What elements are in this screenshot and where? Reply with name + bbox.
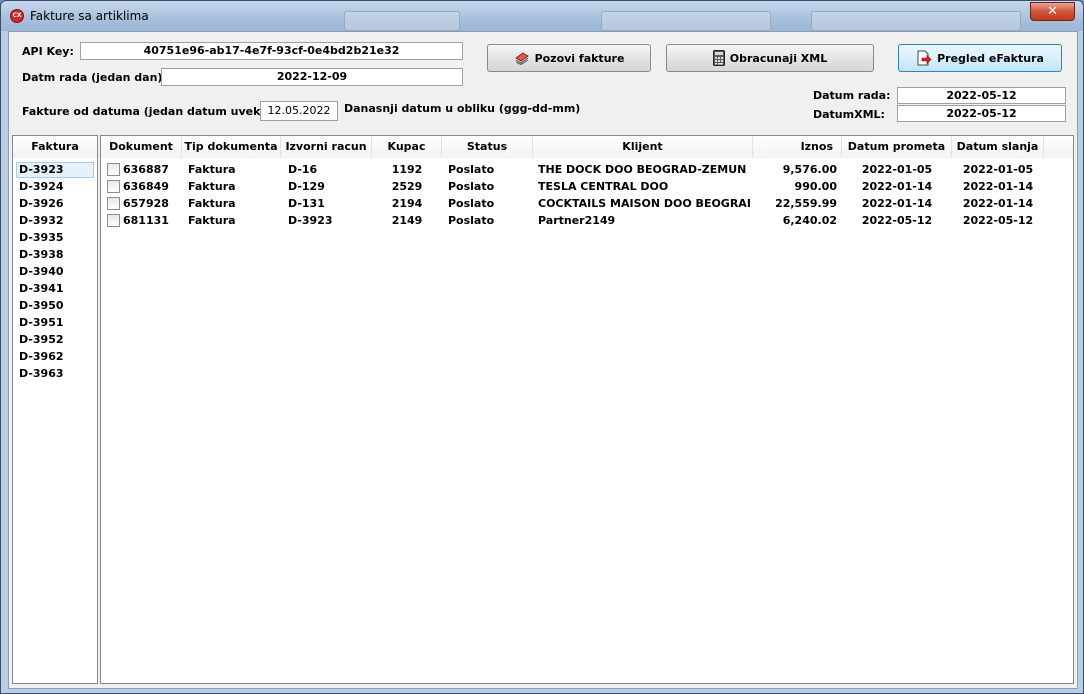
- cell-kupac: 1192: [391, 163, 423, 176]
- client-area: API Key: 40751e96-ab17-4e7f-93cf-0e4bd2b…: [8, 31, 1078, 689]
- danasnji-hint: Danasnji datum u obliku (ggg-dd-mm): [344, 102, 581, 115]
- row-checkbox[interactable]: [107, 163, 120, 176]
- pozovi-fakture-button[interactable]: Pozovi fakture: [487, 44, 651, 72]
- column-header-filler: [1044, 136, 1073, 158]
- faktura-list-item[interactable]: D-3923: [16, 162, 94, 178]
- invoice-stack-icon: [514, 51, 530, 65]
- row-checkbox[interactable]: [107, 214, 120, 227]
- cell-iznos: 6,240.02: [782, 214, 837, 227]
- cell-datum-slanja: 2022-01-05: [962, 163, 1034, 176]
- cell-kupac: 2194: [391, 197, 423, 210]
- column-header[interactable]: Tip dokumenta: [182, 136, 281, 158]
- document-arrow-icon: [916, 50, 932, 66]
- background-window-ghost: [601, 11, 771, 31]
- faktura-list-item[interactable]: D-3952: [16, 332, 94, 348]
- faktura-list-item[interactable]: D-3963: [16, 366, 94, 382]
- info-datum-xml-field[interactable]: 2022-05-12: [897, 105, 1066, 122]
- calculator-icon: [712, 50, 725, 66]
- cell-klijent: THE DOCK DOO BEOGRAD-ZEMUN: [538, 163, 747, 176]
- cell-kupac: 2529: [391, 180, 423, 193]
- table-row[interactable]: 636849 Faktura D-129 2529 Poslato TESLA CENTR…: [101, 178, 1073, 195]
- cell-klijent: TESLA CENTRAL DOO: [538, 180, 669, 193]
- window-title: Fakture sa artiklima: [30, 9, 149, 23]
- faktura-list-header[interactable]: Faktura: [13, 136, 97, 158]
- fakture-od-label: Fakture od datuma (jedan datum uvek):: [22, 105, 270, 118]
- cell-izvorni-racun: D-3923: [288, 214, 333, 227]
- background-window-ghost: [344, 11, 460, 31]
- cell-iznos: 990.00: [794, 180, 837, 193]
- cell-klijent: Partner2149: [538, 214, 616, 227]
- faktura-list-item[interactable]: D-3941: [16, 281, 94, 297]
- cell-iznos: 22,559.99: [775, 197, 837, 210]
- faktura-list-item[interactable]: D-3935: [16, 230, 94, 246]
- column-header[interactable]: Dokument: [101, 136, 182, 158]
- row-checkbox[interactable]: [107, 197, 120, 210]
- background-window-ghost: [811, 11, 1021, 31]
- column-header[interactable]: Datum prometa: [842, 136, 952, 158]
- faktura-list-item[interactable]: D-3951: [16, 315, 94, 331]
- obracunaj-xml-label: Obracunaji XML: [729, 51, 828, 65]
- faktura-list-item[interactable]: D-3924: [16, 179, 94, 195]
- cell-datum-prometa: 2022-01-05: [861, 163, 933, 176]
- datum-rada-field[interactable]: 2022-12-09: [161, 68, 463, 86]
- app-icon: CX: [10, 9, 24, 23]
- faktura-list-item[interactable]: D-3938: [16, 247, 94, 263]
- faktura-list-item[interactable]: D-3932: [16, 213, 94, 229]
- cell-status: Poslato: [448, 163, 495, 176]
- cell-datum-prometa: 2022-05-12: [861, 214, 933, 227]
- cell-dokument: 681131: [123, 214, 169, 227]
- cell-status: Poslato: [448, 197, 495, 210]
- title-bar[interactable]: CX Fakture sa artiklima ✕: [1, 1, 1083, 31]
- cell-dokument: 657928: [123, 197, 169, 210]
- cell-datum-slanja: 2022-05-12: [962, 214, 1034, 227]
- cell-datum-prometa: 2022-01-14: [861, 180, 933, 193]
- cell-status: Poslato: [448, 214, 495, 227]
- faktura-list-item[interactable]: D-3926: [16, 196, 94, 212]
- column-header[interactable]: Izvorni racun: [281, 136, 372, 158]
- cell-tip-dokumenta: Faktura: [188, 197, 236, 210]
- cell-iznos: 9,576.00: [782, 163, 837, 176]
- api-key-field[interactable]: 40751e96-ab17-4e7f-93cf-0e4bd2b21e32: [80, 42, 463, 60]
- column-header[interactable]: Datum slanja: [952, 136, 1044, 158]
- app-window: CX Fakture sa artiklima ✕ API Key: 40751…: [0, 0, 1084, 694]
- api-key-label: API Key:: [22, 45, 74, 58]
- table-row[interactable]: 681131 Faktura D-3923 2149 Poslato Partner214…: [101, 212, 1073, 229]
- faktura-list-item[interactable]: D-3962: [16, 349, 94, 365]
- obracunaj-xml-button[interactable]: Obracunaji XML: [666, 44, 874, 72]
- pozovi-fakture-label: Pozovi fakture: [534, 51, 625, 65]
- cell-izvorni-racun: D-16: [288, 163, 318, 176]
- cell-datum-slanja: 2022-01-14: [962, 197, 1034, 210]
- info-datum-rada-field[interactable]: 2022-05-12: [897, 87, 1066, 104]
- pregled-efaktura-button[interactable]: Pregled eFaktura: [898, 44, 1062, 72]
- column-header[interactable]: Klijent: [533, 136, 753, 158]
- cell-datum-prometa: 2022-01-14: [861, 197, 933, 210]
- row-checkbox[interactable]: [107, 180, 120, 193]
- close-button[interactable]: ✕: [1030, 2, 1075, 21]
- cell-tip-dokumenta: Faktura: [188, 163, 236, 176]
- cell-izvorni-racun: D-131: [288, 197, 325, 210]
- faktura-list-item[interactable]: D-3940: [16, 264, 94, 280]
- pregled-efaktura-label: Pregled eFaktura: [937, 51, 1044, 65]
- cell-izvorni-racun: D-129: [288, 180, 325, 193]
- cell-dokument: 636887: [123, 163, 169, 176]
- cell-tip-dokumenta: Faktura: [188, 180, 236, 193]
- invoice-grid[interactable]: Dokument Tip dokumenta Izvorni racun Kupac S…: [100, 135, 1074, 684]
- info-datum-rada-label: Datum rada:: [813, 89, 891, 102]
- table-row[interactable]: 636887 Faktura D-16 1192 Poslato THE DOCK DOO…: [101, 161, 1073, 178]
- datum-rada-label: Datm rada (jedan dan): [22, 71, 163, 84]
- table-row[interactable]: 657928 Faktura D-131 2194 Poslato COCKTAILS M…: [101, 195, 1073, 212]
- cell-kupac: 2149: [391, 214, 423, 227]
- fakture-od-field[interactable]: 12.05.2022: [260, 101, 338, 121]
- faktura-list-item[interactable]: D-3950: [16, 298, 94, 314]
- info-datum-xml-label: DatumXML:: [813, 108, 885, 121]
- cell-tip-dokumenta: Faktura: [188, 214, 236, 227]
- column-header[interactable]: Kupac: [372, 136, 442, 158]
- faktura-list-panel[interactable]: Faktura D-3923 D-3924 D-3926 D-3932 D-3935 D-…: [12, 135, 98, 684]
- cell-datum-slanja: 2022-01-14: [962, 180, 1034, 193]
- column-header[interactable]: Status: [442, 136, 533, 158]
- cell-status: Poslato: [448, 180, 495, 193]
- cell-klijent: COCKTAILS MAISON DOO BEOGRAD...: [538, 197, 750, 210]
- column-header[interactable]: Iznos: [753, 136, 842, 158]
- cell-dokument: 636849: [123, 180, 169, 193]
